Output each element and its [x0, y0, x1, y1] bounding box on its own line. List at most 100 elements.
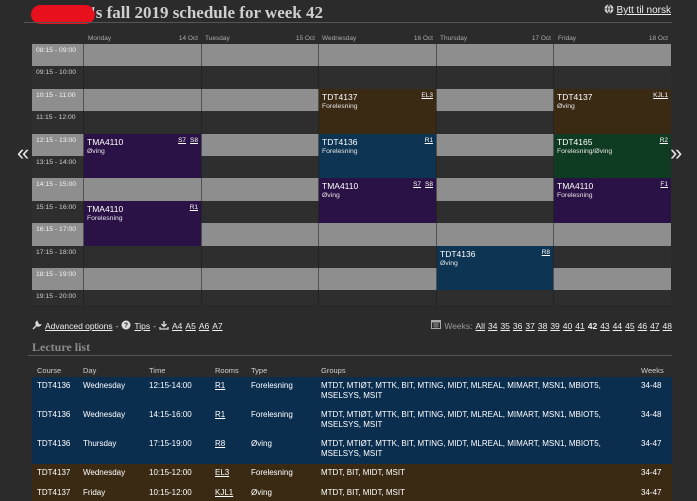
time-row: 19:15 - 20:00 [32, 290, 671, 305]
week-link[interactable]: 38 [538, 321, 547, 331]
room-link[interactable]: R1 [425, 137, 433, 144]
event-block[interactable]: TMA4110 Øving S7 S8 [84, 133, 201, 179]
week-link[interactable]: 39 [550, 321, 559, 331]
cell-day: Wednesday [83, 381, 126, 390]
cell-room-link[interactable]: EL3 [215, 468, 229, 477]
size-a4-link[interactable]: A4 [172, 321, 182, 331]
time-label: 15:15 - 16:00 [36, 203, 77, 211]
week-link[interactable]: 36 [513, 321, 522, 331]
room-link[interactable]: R2 [660, 137, 668, 144]
room-link[interactable]: S7 [178, 137, 186, 144]
event-course: TDT4137 [322, 91, 358, 102]
room-link[interactable]: S8 [190, 137, 198, 144]
cell-type: Forelesning [251, 381, 293, 390]
cell-room-link[interactable]: R1 [215, 381, 225, 390]
event-rooms: R1 [421, 137, 433, 144]
size-a6-link[interactable]: A6 [199, 321, 209, 331]
time-label: 19:15 - 20:00 [36, 293, 77, 301]
room-link[interactable]: S7 [413, 181, 421, 188]
next-week-arrow[interactable]: » [670, 140, 682, 166]
week-link[interactable]: 43 [600, 321, 609, 331]
event-block[interactable]: TDT4137 Forelesning EL3 [319, 88, 436, 134]
toolbar: Advanced options - ? Tips - A4 A5 A6 A7 … [32, 320, 672, 334]
week-link-all[interactable]: All [476, 321, 485, 331]
time-label: 18:15 - 19:00 [36, 271, 77, 278]
event-block[interactable]: TDT4136 Forelesning R1 [319, 133, 436, 179]
room-link[interactable]: R8 [542, 249, 550, 256]
cell-weeks: 34-47 [641, 439, 662, 448]
language-link[interactable]: Bytt til norsk [617, 5, 671, 16]
size-a7-link[interactable]: A7 [212, 321, 222, 331]
week-link[interactable]: 46 [638, 321, 647, 331]
room-link[interactable]: F1 [660, 181, 668, 188]
event-block[interactable]: TDT4165 Forelesning/Øving R2 [554, 133, 671, 179]
table-row: TDT4136 Thursday 17:15-19:00 R8 Øving MT… [32, 435, 672, 464]
event-block[interactable]: TMA4110 Øving S7 S8 [319, 178, 436, 224]
lecture-list-title: Lecture list [32, 340, 91, 354]
separator: - [153, 321, 157, 331]
title-divider [24, 22, 672, 23]
event-block[interactable]: TDT4136 Øving R8 [437, 245, 553, 291]
room-link[interactable]: R1 [190, 204, 198, 211]
language-switch[interactable]: Bytt til norsk [604, 4, 671, 17]
cell-groups: MTDT, BIT, MIDT, MSIT [321, 488, 405, 497]
week-link[interactable]: 37 [525, 321, 534, 331]
cell-course: TDT4136 [37, 410, 71, 419]
time-label: 12:15 - 13:00 [36, 136, 77, 144]
week-link[interactable]: 47 [650, 321, 659, 331]
event-block[interactable]: TDT4137 Øving KJL1 [554, 88, 671, 134]
cell-course: TDT4137 [37, 468, 71, 477]
cell-type: Forelesning [251, 410, 293, 419]
lecture-divider [28, 355, 672, 356]
room-link[interactable]: EL3 [421, 92, 433, 99]
table-row: TDT4136 Wednesday 12:15-14:00 R1 Foreles… [32, 377, 672, 406]
week-link[interactable]: 45 [625, 321, 634, 331]
tips-link[interactable]: Tips [134, 321, 150, 331]
event-rooms: R8 [538, 249, 550, 256]
event-block[interactable]: TMA4110 Forelesning F1 [554, 178, 671, 224]
cell-day: Thursday [83, 439, 117, 448]
cell-room-link[interactable]: KJL1 [215, 488, 233, 497]
page-title: 's fall 2019 schedule for week 42 [91, 3, 324, 22]
week-link[interactable]: 35 [500, 321, 509, 331]
cell-groups: MTDT, BIT, MIDT, MSIT [321, 468, 405, 477]
cell-type: Øving [251, 439, 272, 448]
prev-week-arrow[interactable]: « [17, 140, 29, 166]
separator: - [115, 321, 119, 331]
event-rooms: R1 [186, 204, 198, 211]
week-link[interactable]: 40 [563, 321, 572, 331]
week-link-current[interactable]: 42 [588, 321, 597, 331]
day-name: Thursday [440, 35, 468, 42]
time-label: 17:15 - 18:00 [36, 248, 77, 256]
event-block[interactable]: TMA4110 Forelesning R1 [84, 200, 201, 246]
weeks-label: Weeks: [444, 320, 473, 331]
advanced-options-link[interactable]: Advanced options [45, 321, 113, 331]
week-link[interactable]: 48 [663, 321, 672, 331]
event-course: TMA4110 [87, 203, 124, 214]
room-link[interactable]: KJL1 [653, 92, 668, 99]
cell-weeks: 34-47 [641, 468, 662, 477]
week-link[interactable]: 44 [613, 321, 622, 331]
day-name: Tuesday [205, 35, 230, 42]
day-date: 14 Oct [178, 35, 198, 42]
day-header-thursday: Thursday 17 Oct [436, 33, 554, 44]
week-link[interactable]: 41 [575, 321, 584, 331]
cell-time: 12:15-14:00 [149, 381, 192, 390]
week-link[interactable]: 34 [488, 321, 497, 331]
options-bar: Advanced options - ? Tips - A4 A5 A6 A7 [32, 320, 223, 332]
day-date: 16 Oct [413, 35, 433, 42]
column-divider [201, 44, 202, 305]
cell-room-link[interactable]: R8 [215, 439, 225, 448]
event-course: TDT4136 [322, 136, 358, 147]
day-date: 17 Oct [531, 35, 551, 42]
event-rooms: R2 [656, 137, 668, 144]
day-date: 18 Oct [648, 35, 668, 42]
cell-type: Øving [251, 488, 272, 497]
cell-weeks: 34-48 [641, 381, 662, 390]
cell-day: Wednesday [83, 468, 126, 477]
cell-room-link[interactable]: R1 [215, 410, 225, 419]
room-link[interactable]: S8 [425, 181, 433, 188]
time-row: 08:15 - 09:00 [32, 44, 671, 67]
size-a5-link[interactable]: A5 [185, 321, 195, 331]
help-icon: ? [121, 320, 131, 332]
